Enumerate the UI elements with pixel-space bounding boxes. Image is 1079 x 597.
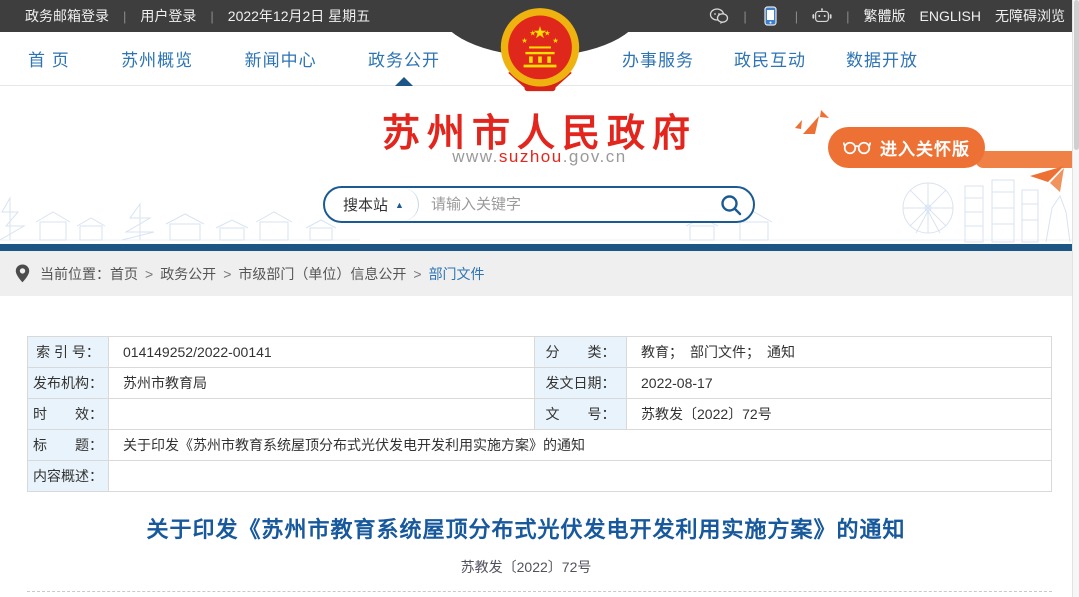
english-link[interactable]: ENGLISH (920, 8, 981, 24)
chevron-up-icon: ▲ (395, 200, 404, 210)
care-mode-button-label: 进入关怀版 (880, 135, 970, 160)
document-title: 关于印发《苏州市教育系统屋顶分布式光伏发电开发利用实施方案》的通知 (0, 512, 1052, 544)
meta-label-category: 分 类： (535, 337, 627, 367)
nav-item-interaction[interactable]: 政民互动 (734, 32, 806, 85)
robot-icon[interactable] (812, 6, 832, 26)
meta-label-issue-date: 发文日期： (535, 368, 627, 398)
topbar-left-links: 政务邮箱登录 | 用户登录 | 2022年12月2日 星期五 (0, 6, 370, 26)
breadcrumb: 当前位置： 首页 > 政务公开 > 市级部门（单位）信息公开 > 部门文件 (0, 251, 1079, 296)
svg-text:★: ★ (544, 29, 551, 38)
nav-item-gov-info-disclosure[interactable]: 政务公开 (368, 32, 440, 85)
breadcrumb-item-department-documents[interactable]: 部门文件 (429, 264, 485, 284)
breadcrumb-separator: > (413, 266, 421, 282)
separator: | (846, 9, 849, 24)
svg-text:★: ★ (529, 29, 536, 38)
meta-label-title: 标 题： (28, 430, 109, 460)
breadcrumb-item-gov-disclosure[interactable]: 政务公开 (160, 264, 216, 284)
page-scrollbar[interactable] (1072, 0, 1079, 597)
url-prefix: www. (452, 147, 499, 166)
document-meta-table: 索 引 号： 014149252/2022-00141 分 类： 教育； 部门文… (27, 336, 1052, 492)
meta-value-doc-number: 苏教发〔2022〕72号 (627, 399, 1052, 429)
care-mode-button[interactable]: 进入关怀版 (828, 127, 985, 168)
site-banner: 苏州市人民政府 www.suzhou.gov.cn 搜本站 ▲ (0, 86, 1079, 244)
meta-label-issuing-agency: 发布机构： (28, 368, 109, 398)
scrollbar-thumb[interactable] (1074, 0, 1079, 150)
national-emblem: ★ ★ ★ ★ ★ (499, 7, 581, 100)
meta-value-summary (109, 461, 1052, 491)
nav-item-home[interactable]: 首 页 (28, 32, 70, 85)
document-number: 苏教发〔2022〕72号 (0, 557, 1052, 577)
search-scope-label: 搜本站 (343, 194, 388, 215)
table-row: 发布机构： 苏州市教育局 发文日期： 2022-08-17 (28, 368, 1052, 399)
meta-value-category: 教育； 部门文件； 通知 (627, 337, 1052, 367)
meta-label-validity: 时 效： (28, 399, 109, 429)
breadcrumb-item-municipal-departments[interactable]: 市级部门（单位）信息公开 (238, 264, 406, 284)
nav-item-open-data[interactable]: 数据开放 (846, 32, 918, 85)
topbar-right-links: | | | 繁體版 ENG (709, 6, 1079, 26)
gov-mail-login-link[interactable]: 政务邮箱登录 (25, 6, 109, 26)
wechat-icon[interactable] (709, 6, 729, 26)
banner-bottom-stripe (0, 244, 1079, 251)
breadcrumb-item-home[interactable]: 首页 (110, 264, 138, 284)
current-date-label: 2022年12月2日 星期五 (228, 6, 370, 26)
search-icon (719, 193, 743, 217)
user-login-link[interactable]: 用户登录 (140, 6, 196, 26)
svg-text:★: ★ (552, 36, 559, 45)
meta-value-index-number: 014149252/2022-00141 (109, 337, 535, 367)
sparkle-decoration-left (793, 108, 835, 146)
breadcrumb-separator: > (145, 266, 153, 282)
search-button[interactable] (709, 188, 753, 221)
table-row: 内容概述： (28, 461, 1052, 492)
divider (27, 591, 1052, 592)
url-highlight: suzhou (499, 147, 563, 166)
glasses-icon (843, 140, 871, 155)
table-row: 索 引 号： 014149252/2022-00141 分 类： 教育； 部门文… (28, 337, 1052, 368)
breadcrumb-prefix: 当前位置： (40, 264, 110, 284)
meta-label-summary: 内容概述： (28, 461, 109, 491)
svg-text:★: ★ (521, 36, 528, 45)
meta-value-validity (109, 399, 535, 429)
search-input[interactable] (419, 196, 709, 213)
traditional-chinese-link[interactable]: 繁體版 (864, 6, 906, 26)
meta-value-issue-date: 2022-08-17 (627, 368, 1052, 398)
meta-label-doc-number: 文 号： (535, 399, 627, 429)
separator: | (123, 9, 126, 24)
url-suffix: .gov.cn (563, 147, 627, 166)
page: 政务邮箱登录 | 用户登录 | 2022年12月2日 星期五 | (0, 0, 1079, 597)
table-row: 时 效： 文 号： 苏教发〔2022〕72号 (28, 399, 1052, 430)
separator: | (795, 9, 798, 24)
search-scope-dropdown[interactable]: 搜本站 ▲ (325, 188, 419, 221)
breadcrumb-separator: > (223, 266, 231, 282)
mobile-icon[interactable] (761, 6, 781, 26)
separator: | (210, 9, 213, 24)
nav-item-suzhou-overview[interactable]: 苏州概览 (121, 32, 193, 85)
site-search-bar: 搜本站 ▲ (323, 186, 755, 223)
separator: | (743, 9, 746, 24)
meta-value-title: 关于印发《苏州市教育系统屋顶分布式光伏发电开发利用实施方案》的通知 (109, 430, 1052, 460)
location-pin-icon (15, 264, 30, 283)
meta-value-issuing-agency: 苏州市教育局 (109, 368, 535, 398)
nav-item-services[interactable]: 办事服务 (622, 32, 694, 85)
meta-label-index-number: 索 引 号： (28, 337, 109, 367)
table-row: 标 题： 关于印发《苏州市教育系统屋顶分布式光伏发电开发利用实施方案》的通知 (28, 430, 1052, 461)
accessibility-link[interactable]: 无障碍浏览 (995, 6, 1065, 26)
nav-item-news-center[interactable]: 新闻中心 (245, 32, 317, 85)
